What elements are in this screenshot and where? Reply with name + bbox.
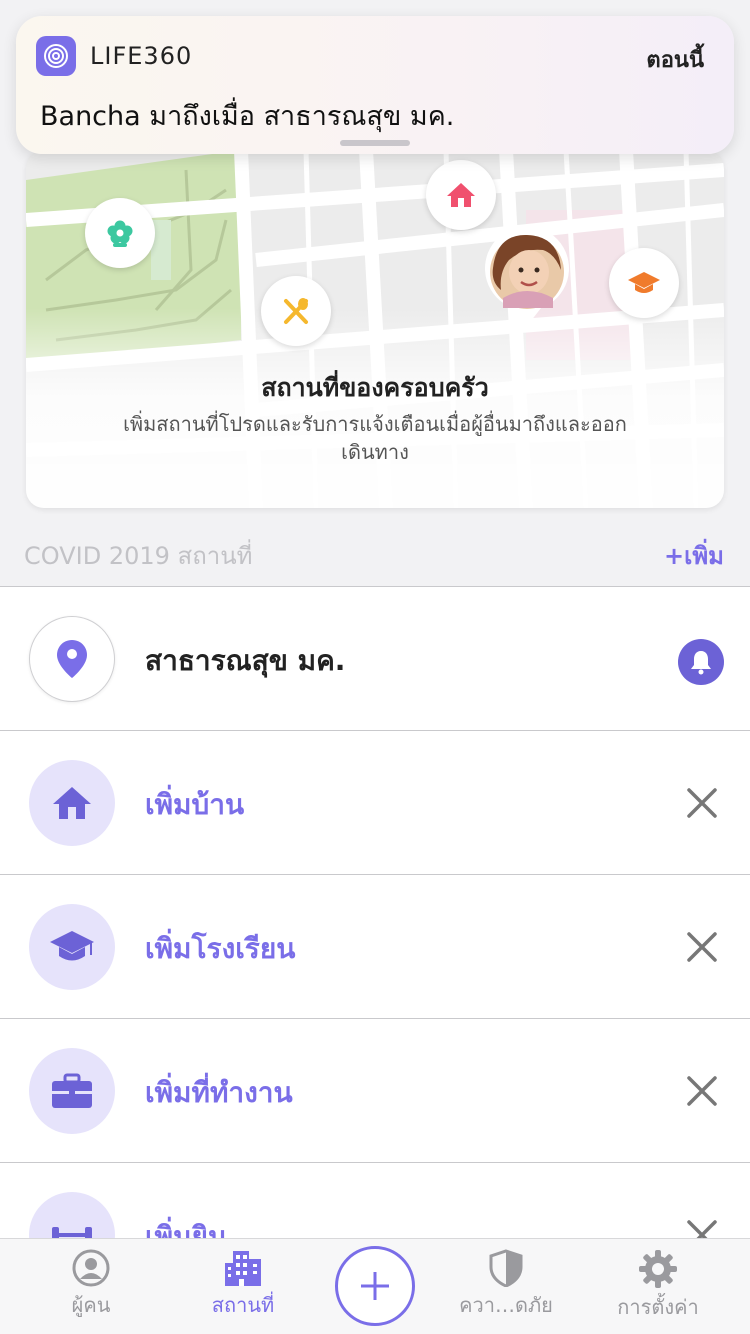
family-places-card[interactable]: สถานที่ของครอบครัว เพิ่มสถานที่โปรดและรั… <box>26 150 724 508</box>
home-pin <box>426 160 496 230</box>
section-header: COVID 2019 สถานที่ <box>24 542 253 570</box>
home-icon <box>447 183 475 207</box>
place-icon-circle <box>29 1048 115 1134</box>
food-icon <box>284 298 308 324</box>
tab-places-label: สถานที่ <box>211 1293 275 1317</box>
tab-places[interactable]: สถานที่ <box>168 1249 318 1321</box>
flower-pin <box>85 198 155 268</box>
map-card-title: สถานที่ของครอบครัว <box>261 373 489 402</box>
plus-icon <box>361 1272 389 1300</box>
add-place-button[interactable]: +เพิ่ม <box>664 536 724 575</box>
tab-people[interactable]: ผู้คน <box>16 1249 166 1321</box>
tab-bar: ผู้คน สถานที่ ควา…ดภัย การตั้งค่า <box>0 1238 750 1334</box>
close-icon[interactable] <box>686 1219 718 1238</box>
food-pin <box>261 276 331 346</box>
place-icon-circle <box>29 616 115 702</box>
flower-icon <box>107 220 133 247</box>
place-row-add-home[interactable]: เพิ่มบ้าน <box>0 731 750 875</box>
person-icon <box>72 1249 110 1287</box>
tab-safety[interactable]: ควา…ดภัย <box>431 1249 581 1321</box>
home-icon <box>53 787 91 819</box>
place-label: เพิ่มที่ทำงาน <box>145 1076 293 1109</box>
map-fade-overlay <box>26 308 724 508</box>
place-row-add-school[interactable]: เพิ่มโรงเรียน <box>0 875 750 1019</box>
close-icon[interactable] <box>686 1075 718 1107</box>
place-label: เพิ่มยิม <box>145 1220 227 1238</box>
place-icon-circle <box>29 760 115 846</box>
graduation-cap-icon <box>628 272 660 293</box>
tab-settings[interactable]: การตั้งค่า <box>583 1249 733 1323</box>
graduation-cap-icon <box>50 931 94 961</box>
notification-grabber[interactable] <box>340 140 410 146</box>
tab-settings-label: การตั้งค่า <box>617 1295 699 1319</box>
place-row-add-work[interactable]: เพิ่มที่ทำงาน <box>0 1019 750 1163</box>
avatar <box>485 226 569 326</box>
shield-icon <box>489 1249 523 1287</box>
places-list: สาธารณสุข มค. เพิ่มบ้าน เพิ่มโรงเรียน เพ… <box>0 586 750 1238</box>
close-icon[interactable] <box>686 787 718 819</box>
map-card-subtitle: เพิ่มสถานที่โปรดและรับการแจ้งเตือนเมื่อผ… <box>76 410 674 466</box>
dumbbell-icon <box>52 1227 92 1238</box>
close-icon[interactable] <box>686 931 718 963</box>
place-row-add-gym[interactable]: เพิ่มยิม <box>0 1163 750 1238</box>
notification-time: ตอนนี้ <box>646 48 704 73</box>
tab-people-label: ผู้คน <box>71 1293 111 1317</box>
bell-icon <box>691 651 711 675</box>
map-card-subtitle-line1: เพิ่มสถานที่โปรดและรับการแจ้งเตือนเมื่อผ… <box>123 412 627 436</box>
place-row-public-health[interactable]: สาธารณสุข มค. <box>0 587 750 731</box>
place-label: เพิ่มโรงเรียน <box>145 932 296 965</box>
member-avatar-pin[interactable] <box>483 226 571 328</box>
map-card-subtitle-line2: เดินทาง <box>341 440 409 464</box>
place-icon-circle <box>29 904 115 990</box>
notification-message: Bancha มาถึงเมื่อ สาธารณสุข มค. <box>40 101 455 132</box>
notification-banner[interactable]: LIFE360 ตอนนี้ Bancha มาถึงเมื่อ สาธารณส… <box>16 16 734 154</box>
place-label: สาธารณสุข มค. <box>145 644 346 677</box>
tab-safety-label: ควา…ดภัย <box>459 1293 553 1317</box>
place-icon-circle <box>29 1192 115 1238</box>
bell-button[interactable] <box>678 639 724 685</box>
location-pin-icon <box>57 640 87 678</box>
school-pin <box>609 248 679 318</box>
buildings-icon <box>225 1251 261 1286</box>
add-button[interactable] <box>335 1246 415 1326</box>
notification-app-name: LIFE360 <box>90 42 193 70</box>
life360-app-icon <box>36 36 76 76</box>
place-label: เพิ่มบ้าน <box>145 788 245 821</box>
briefcase-icon <box>52 1073 92 1108</box>
gear-icon <box>639 1250 677 1288</box>
